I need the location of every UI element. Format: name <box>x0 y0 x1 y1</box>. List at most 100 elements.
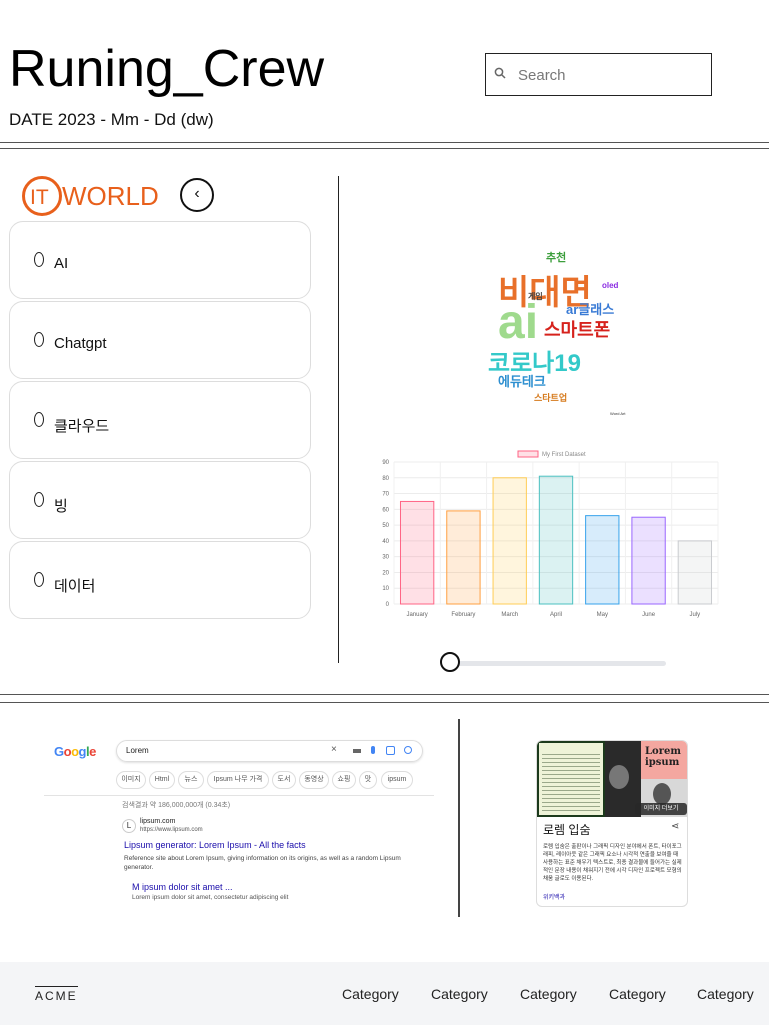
word: 추천 <box>546 252 567 264</box>
y-tick-label: 80 <box>382 476 389 482</box>
sidebar-item-label: 데이터 <box>54 578 96 595</box>
result-count: 검색결과 약 186,000,000개 (0.34초) <box>122 802 231 809</box>
radio-icon[interactable] <box>34 492 44 507</box>
sidebar-item-label: 클라우드 <box>54 418 110 435</box>
sidebar-item-ai[interactable]: AI <box>9 221 311 299</box>
chip[interactable]: Html <box>149 771 175 789</box>
mic-icon[interactable] <box>371 746 375 754</box>
chip[interactable]: 뉴스 <box>178 771 204 789</box>
clear-icon[interactable]: × <box>331 744 337 755</box>
knowledge-panel: Lorem ipsum 이미지 더보기 로렘 입숨 ⋖ 로렘 입숨은 출판이나 … <box>536 740 688 907</box>
site-name: lipsum.com <box>140 818 176 825</box>
word: 에듀테크 <box>498 374 546 389</box>
footer-category-link[interactable]: Category <box>697 986 754 1002</box>
y-tick-label: 20 <box>382 570 389 576</box>
x-tick-label: February <box>451 612 475 618</box>
radio-icon[interactable] <box>34 332 44 347</box>
y-tick-label: 10 <box>382 586 389 592</box>
radio-icon[interactable] <box>34 412 44 427</box>
x-tick-label: May <box>597 612 608 618</box>
chip[interactable]: 동영상 <box>299 771 329 789</box>
y-tick-label: 90 <box>382 460 389 466</box>
x-tick-label: April <box>550 612 562 618</box>
site-url: https://www.lipsum.com <box>140 827 203 833</box>
panel-title: 로렘 입숨 <box>543 823 591 837</box>
word: oled <box>602 281 619 290</box>
sidebar-item-label: AI <box>54 255 69 272</box>
footer-category-link[interactable]: Category <box>520 986 577 1002</box>
panel-image-document[interactable] <box>537 741 605 817</box>
x-tick-label: July <box>690 612 701 618</box>
google-search-preview: Google Lorem × 이미지 Html 뉴스 Ipsum 나무 가격 도… <box>44 738 434 908</box>
divider <box>0 148 769 149</box>
panel-image-lorem[interactable]: Lorem ipsum <box>641 741 687 779</box>
bar <box>538 475 574 605</box>
result-title-link[interactable]: Lipsum generator: Lorem Ipsum - All the … <box>124 840 306 850</box>
word: 스타트업 <box>534 393 568 403</box>
word: ar글래스 <box>566 302 615 317</box>
slider-track[interactable] <box>451 661 666 666</box>
bar <box>446 510 481 605</box>
result-snippet: Reference site about Lorem Ipsum, giving… <box>124 855 401 871</box>
y-tick-label: 0 <box>386 602 390 608</box>
vertical-divider <box>338 176 339 663</box>
chip[interactable]: 맛 <box>359 771 377 789</box>
google-search-input[interactable]: Lorem × <box>116 740 423 762</box>
y-tick-label: 70 <box>382 492 389 498</box>
footer-category-link[interactable]: Category <box>431 986 488 1002</box>
google-query: Lorem <box>126 746 149 755</box>
chip[interactable]: 도서 <box>272 771 296 789</box>
footer-brand[interactable]: ACME <box>35 986 78 1003</box>
chip[interactable]: Ipsum 나무 가격 <box>207 771 269 789</box>
search-icon[interactable] <box>404 746 412 754</box>
share-icon[interactable]: ⋖ <box>671 821 679 832</box>
favicon-icon: L <box>122 819 136 833</box>
back-button[interactable]: ‹ <box>180 178 214 212</box>
search-icon <box>494 67 506 79</box>
google-logo: Google <box>54 744 96 759</box>
svg-text:WORLD: WORLD <box>62 181 159 211</box>
chip[interactable]: ipsum <box>381 771 413 789</box>
svg-text:IT: IT <box>30 186 49 209</box>
y-tick-label: 40 <box>382 539 389 545</box>
wiki-link[interactable]: 위키백과 <box>543 892 565 901</box>
x-tick-label: January <box>406 612 427 618</box>
sub-result-link[interactable]: M ipsum dolor sit amet ... <box>132 882 233 892</box>
sidebar-item-label: 빙 <box>54 498 68 515</box>
bar <box>631 516 666 605</box>
keyboard-icon[interactable] <box>353 749 361 753</box>
bar <box>677 540 713 605</box>
sidebar-item-cloud[interactable]: 클라우드 <box>9 381 311 459</box>
x-tick-label: March <box>501 612 518 618</box>
bar <box>585 515 620 605</box>
y-tick-label: 60 <box>382 507 389 513</box>
footer-category-link[interactable]: Category <box>342 986 399 1002</box>
word: 스마트폰 <box>544 320 611 340</box>
vertical-divider <box>458 719 460 917</box>
itworld-logo: IT WORLD <box>22 176 159 216</box>
slider-thumb[interactable] <box>440 652 460 672</box>
footer: ACME Category Category Category Category… <box>0 962 769 1025</box>
page-title: Runing_Crew <box>9 40 325 98</box>
more-images-button[interactable]: 이미지 더보기 <box>635 803 687 815</box>
search-input[interactable]: Search <box>518 67 566 84</box>
lens-icon[interactable] <box>386 746 395 755</box>
search-box[interactable]: Search <box>485 53 712 96</box>
footer-category-link[interactable]: Category <box>609 986 666 1002</box>
legend-swatch <box>517 450 539 458</box>
chip[interactable]: 쇼핑 <box>332 771 356 789</box>
date-label: DATE 2023 - Mm - Dd (dw) <box>9 110 214 129</box>
word: ai <box>498 296 539 349</box>
divider <box>0 142 769 143</box>
sidebar-item-chatgpt[interactable]: Chatgpt <box>9 301 311 379</box>
panel-description: 로렘 입숨은 출판이나 그래픽 디자인 분야에서 폰트, 타이포그래피, 레이아… <box>543 844 682 882</box>
word: 게임 <box>528 292 543 301</box>
chip[interactable]: 이미지 <box>116 771 146 789</box>
sidebar-item-data[interactable]: 데이터 <box>9 541 311 619</box>
sidebar-item-bing[interactable]: 빙 <box>9 461 311 539</box>
word-cloud: 비대면 ai 코로나19 스마트폰 ar글래스 에듀테크 추천 스타트업 게임 … <box>470 245 635 420</box>
x-tick-label: June <box>642 612 656 618</box>
radio-icon[interactable] <box>34 572 44 587</box>
divider <box>0 694 769 695</box>
radio-icon[interactable] <box>34 252 44 267</box>
